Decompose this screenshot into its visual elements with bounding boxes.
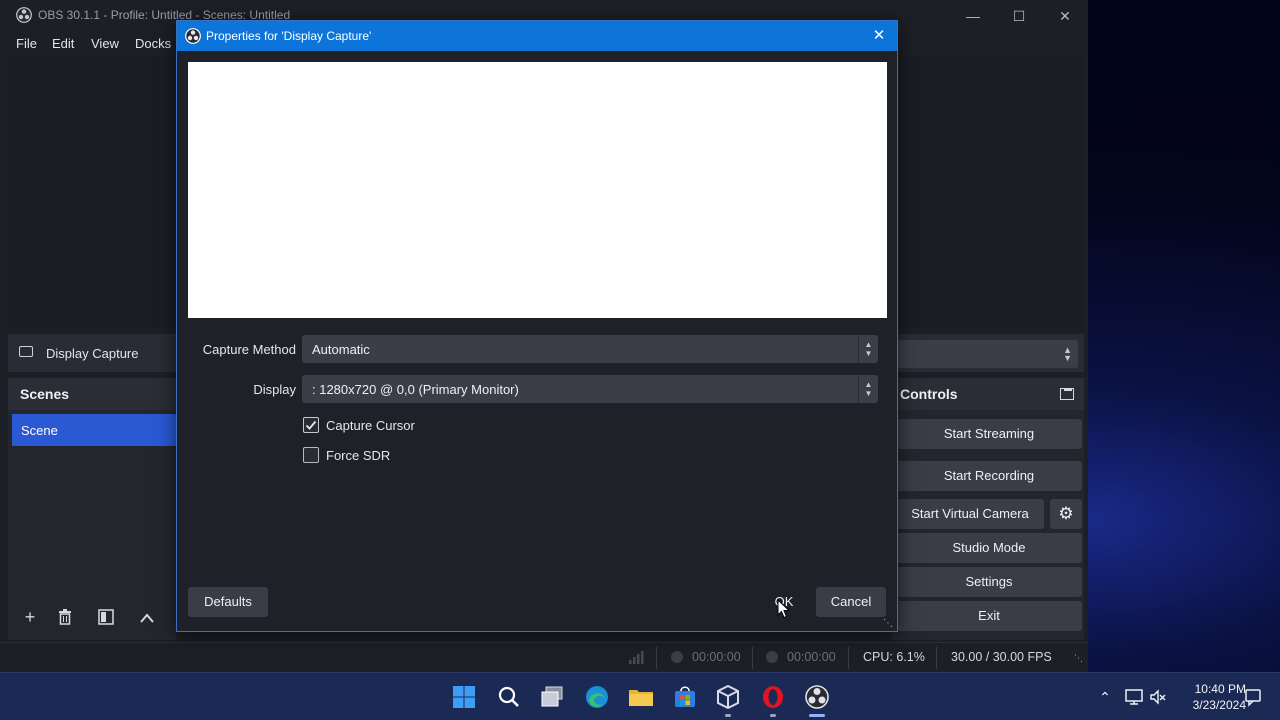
edge-browser-icon[interactable] <box>581 681 613 713</box>
status-bar: 00:00:00 00:00:00 CPU: 6.1% 30.00 / 30.0… <box>0 642 1088 672</box>
task-view-icon[interactable] <box>537 681 569 713</box>
mouse-cursor-icon <box>777 599 791 619</box>
force-sdr-label[interactable]: Force SDR <box>326 448 390 463</box>
properties-dialog: Properties for 'Display Capture' ✕ Captu… <box>176 20 898 632</box>
menu-edit[interactable]: Edit <box>52 36 74 51</box>
network-signal-icon <box>629 651 644 664</box>
clock-time[interactable]: 10:40 PM <box>1178 682 1246 696</box>
scenes-header: Scenes <box>8 378 176 410</box>
source-property-combo[interactable]: ▲ ▼ <box>892 340 1078 368</box>
chevron-updown-icon: ▲ ▼ <box>858 375 878 403</box>
virtualbox-icon[interactable] <box>712 681 744 713</box>
fps-readout: 30.00 / 30.00 FPS <box>951 650 1052 664</box>
checkmark-icon <box>305 420 317 430</box>
obs-studio-icon[interactable] <box>801 681 833 713</box>
scene-list-item[interactable]: Scene <box>12 414 176 446</box>
windows-taskbar: ⌃ 10:40 PM 3/23/2024 <box>0 672 1280 720</box>
start-streaming-button[interactable]: Start Streaming <box>896 419 1082 449</box>
controls-header: Controls <box>892 378 1084 410</box>
menu-view[interactable]: View <box>91 36 119 51</box>
opera-icon[interactable] <box>757 681 789 713</box>
obs-logo-icon <box>16 7 32 23</box>
capture-method-select[interactable]: Automatic ▲ ▼ <box>302 335 878 363</box>
scene-item-label: Scene <box>21 423 58 438</box>
studio-mode-button[interactable]: Studio Mode <box>896 533 1082 563</box>
network-icon[interactable] <box>1124 687 1144 707</box>
obs-logo-icon <box>185 28 201 44</box>
force-sdr-checkbox[interactable] <box>303 447 319 463</box>
chevron-updown-icon: ▲ ▼ <box>858 335 878 363</box>
volume-muted-icon[interactable] <box>1148 687 1168 707</box>
capture-cursor-checkbox[interactable] <box>303 417 319 433</box>
start-virtual-camera-button[interactable]: Start Virtual Camera <box>896 499 1044 529</box>
record-time: 00:00:00 <box>787 650 836 664</box>
cancel-button[interactable]: Cancel <box>816 587 886 617</box>
resize-grip-icon[interactable]: ⋱ <box>883 618 893 629</box>
close-icon[interactable]: ✕ <box>1042 4 1088 28</box>
display-label: Display <box>253 382 296 397</box>
chevron-up-icon[interactable]: ⌃ <box>1095 687 1115 707</box>
maximize-icon[interactable]: ☐ <box>996 4 1042 28</box>
display-select[interactable]: : 1280x720 @ 0,0 (Primary Monitor) ▲ ▼ <box>302 375 878 403</box>
dialog-title: Properties for 'Display Capture' <box>206 29 372 43</box>
dialog-titlebar: Properties for 'Display Capture' ✕ <box>177 21 897 51</box>
scene-filters-icon[interactable] <box>93 604 119 630</box>
windows-start-icon[interactable] <box>448 681 480 713</box>
file-explorer-icon[interactable] <box>625 681 657 713</box>
resize-grip-icon[interactable]: ⋱ <box>1074 653 1083 664</box>
close-icon[interactable]: ✕ <box>867 24 891 48</box>
add-scene-icon[interactable]: + <box>17 604 43 630</box>
exit-button[interactable]: Exit <box>896 601 1082 631</box>
undock-icon[interactable] <box>1060 388 1074 400</box>
stream-time: 00:00:00 <box>692 650 741 664</box>
stream-status-icon <box>671 651 683 663</box>
move-scene-up-icon[interactable] <box>134 604 160 630</box>
controls-title: Controls <box>900 386 958 402</box>
scenes-title: Scenes <box>20 386 70 402</box>
cpu-usage: CPU: 6.1% <box>863 650 925 664</box>
defaults-button[interactable]: Defaults <box>188 587 268 617</box>
scenes-dock: Scenes Scene <box>8 378 176 640</box>
start-recording-button[interactable]: Start Recording <box>896 461 1082 491</box>
menu-file[interactable]: File <box>16 36 37 51</box>
settings-button[interactable]: Settings <box>896 567 1082 597</box>
microsoft-store-icon[interactable] <box>669 681 701 713</box>
menu-docks[interactable]: Docks <box>135 36 171 51</box>
capture-preview <box>188 62 887 318</box>
selected-source-label: Display Capture <box>46 346 139 361</box>
capture-method-value: Automatic <box>312 342 370 357</box>
capture-method-label: Capture Method <box>202 342 296 357</box>
display-value: : 1280x720 @ 0,0 (Primary Monitor) <box>312 382 519 397</box>
capture-cursor-label[interactable]: Capture Cursor <box>326 418 415 433</box>
clock-date[interactable]: 3/23/2024 <box>1178 698 1246 712</box>
remove-scene-icon[interactable] <box>52 604 78 630</box>
minimize-icon[interactable]: — <box>950 4 996 28</box>
gear-icon[interactable]: ⚙ <box>1050 499 1082 529</box>
search-icon[interactable] <box>493 681 525 713</box>
notification-icon[interactable] <box>1243 687 1263 707</box>
combo-arrows-icon: ▲ ▼ <box>1063 345 1072 363</box>
display-icon <box>19 346 33 357</box>
record-status-icon <box>766 651 778 663</box>
